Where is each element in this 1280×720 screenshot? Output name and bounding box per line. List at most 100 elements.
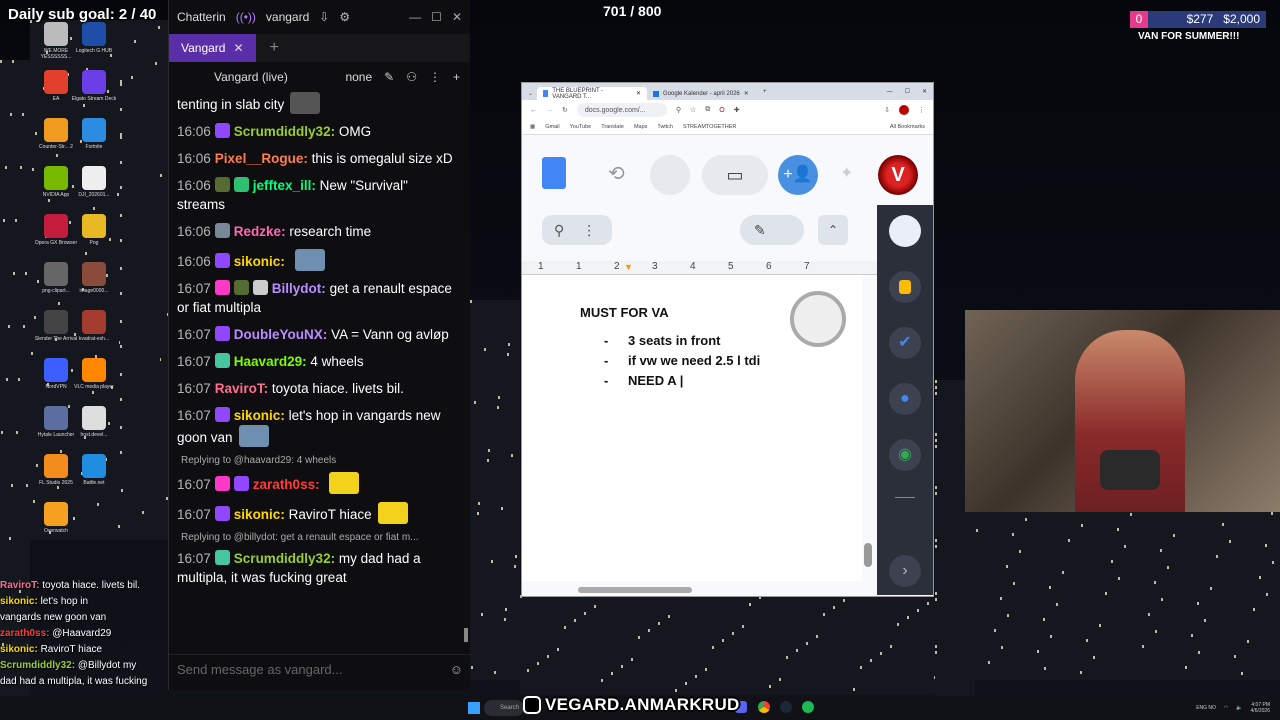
contacts-icon[interactable]: ●: [889, 383, 921, 415]
desktop-icon[interactable]: host.devel...: [68, 406, 120, 438]
message-username[interactable]: Pixel__Rogue:: [215, 151, 308, 166]
message-username[interactable]: Redzke:: [234, 224, 286, 239]
message-username[interactable]: Scrumdiddly32:: [234, 124, 335, 139]
chat-mode[interactable]: none: [345, 70, 372, 84]
apps-icon[interactable]: ▦: [530, 124, 535, 130]
more-icon[interactable]: ⋮: [582, 222, 596, 239]
doc-scrollbar[interactable]: [864, 543, 872, 567]
pencil-icon[interactable]: ✎: [384, 70, 394, 84]
chat-message[interactable]: 16:07 sikonic: RaviroT hiace: [177, 502, 455, 524]
chat-message[interactable]: 16:06 Redzke: research time: [177, 222, 455, 241]
maximize-icon[interactable]: ☐: [431, 10, 442, 24]
tab-search-icon[interactable]: ⌄: [528, 90, 533, 97]
more-options-icon[interactable]: ⋮: [429, 70, 441, 84]
h-scrollbar[interactable]: [578, 587, 692, 593]
user-badge-icon[interactable]: [214, 506, 230, 521]
emoji-icon[interactable]: ☺: [450, 662, 463, 677]
chat-message[interactable]: 16:06 sikonic:: [177, 249, 455, 271]
chat-message[interactable]: 16:07 Scrumdiddly32: my dad had a multipl…: [177, 549, 455, 587]
message-username[interactable]: Billydot:: [272, 281, 326, 296]
bookmark-maps[interactable]: Maps: [634, 124, 647, 130]
emote-icon[interactable]: [290, 92, 321, 114]
doc-page[interactable]: MUST FOR VA 3 seats in front if vw we ne…: [522, 275, 862, 581]
close-icon[interactable]: ✕: [922, 88, 927, 95]
reply-context[interactable]: Replying to @haavard29: 4 wheels: [181, 451, 455, 470]
message-username[interactable]: sikonic:: [234, 408, 285, 423]
message-username[interactable]: sikonic:: [234, 254, 285, 269]
desktop-icon[interactable]: Fortnite: [68, 118, 120, 150]
chat-message[interactable]: 16:07 RaviroT: toyota hiace. livets bil.: [177, 379, 455, 398]
user-badge-icon[interactable]: [214, 550, 230, 565]
user-badge-icon[interactable]: [214, 253, 230, 268]
volume-icon[interactable]: 🔈: [1236, 705, 1242, 711]
chat-message[interactable]: 16:07 DoubleYouNX: VA = Vann og avløp: [177, 325, 455, 344]
extension-puzzle-icon[interactable]: ✚: [734, 106, 740, 114]
chat-message[interactable]: 16:07 zarath0ss:: [177, 472, 455, 494]
user-badge-icon[interactable]: [233, 280, 249, 295]
chat-message[interactable]: 16:07 Billydot: get a renault espace or f…: [177, 279, 455, 317]
desktop-icon[interactable]: image0000...: [68, 262, 120, 294]
message-username[interactable]: DoubleYouNX:: [234, 327, 328, 342]
language-indicator[interactable]: ENG NO: [1196, 705, 1216, 711]
desktop-icon[interactable]: Battle.net: [68, 454, 120, 486]
add-tab-icon[interactable]: +: [270, 39, 279, 57]
tab-calendar[interactable]: Google Kalender - april 2026 ✕: [647, 87, 757, 100]
bookmark-star-icon[interactable]: ☆: [690, 106, 696, 114]
emote-icon[interactable]: [329, 472, 360, 494]
message-username[interactable]: jefftex_ill:: [253, 178, 316, 193]
account-name[interactable]: vangard: [266, 10, 309, 24]
chat-message[interactable]: tenting in slab city: [177, 92, 455, 114]
user-badge-icon[interactable]: [214, 223, 230, 238]
all-bookmarks[interactable]: All Bookmarks: [890, 124, 925, 130]
back-icon[interactable]: ←: [530, 107, 537, 114]
spotify-icon[interactable]: [802, 701, 814, 713]
users-icon[interactable]: ⚇: [406, 70, 417, 84]
forward-icon[interactable]: →: [546, 107, 553, 114]
desktop-icon[interactable]: DJI_202601...: [68, 166, 120, 198]
message-username[interactable]: zarath0ss:: [253, 477, 320, 492]
maps-icon[interactable]: ◉: [889, 439, 921, 471]
chat-message[interactable]: 16:06 Pixel__Rogue: this is omegalul size…: [177, 149, 455, 168]
clock[interactable]: 4:07 PM 4/6/2026: [1251, 702, 1270, 714]
tasks-icon[interactable]: ✔: [889, 327, 921, 359]
emote-icon[interactable]: [294, 249, 325, 271]
chat-scrollbar[interactable]: [464, 92, 468, 642]
bookmark-youtube[interactable]: YouTube: [570, 124, 592, 130]
desktop-icon[interactable]: VLC media player: [68, 358, 120, 390]
tab-vangard[interactable]: Vangard ✕: [169, 34, 256, 62]
reply-context[interactable]: Replying to @billydot: get a renault esp…: [181, 528, 455, 547]
tab-close-icon[interactable]: ✕: [744, 90, 749, 97]
chat-message[interactable]: 16:07 Haavard29: 4 wheels: [177, 352, 455, 371]
opera-icon[interactable]: O: [719, 107, 724, 114]
bookmark-twitch[interactable]: Twitch: [657, 124, 673, 130]
message-username[interactable]: sikonic:: [234, 507, 285, 522]
message-username[interactable]: RaviroT:: [215, 381, 268, 396]
settings-gear-icon[interactable]: ⚙: [339, 10, 350, 24]
message-username[interactable]: Scrumdiddly32:: [234, 551, 335, 566]
user-badge-icon[interactable]: [214, 353, 230, 368]
emote-icon[interactable]: [238, 425, 269, 447]
share-button[interactable]: +👤: [778, 155, 818, 195]
indent-marker-icon[interactable]: ▼: [624, 262, 633, 272]
maximize-icon[interactable]: ☐: [905, 88, 910, 95]
desktop-icon[interactable]: Elgato Stream Deck: [68, 70, 120, 102]
desktop-icon[interactable]: kvadrat-esh...: [68, 310, 120, 342]
windows-start-icon[interactable]: [468, 702, 480, 714]
desktop-icon[interactable]: Pog: [68, 214, 120, 246]
calendar-icon[interactable]: [889, 215, 921, 247]
reload-icon[interactable]: ↻: [562, 106, 568, 114]
user-badge-icon[interactable]: [233, 177, 249, 192]
user-badge-icon[interactable]: [214, 177, 230, 192]
user-badge-icon[interactable]: [214, 123, 230, 138]
tab-close-icon[interactable]: ✕: [233, 41, 243, 55]
bookmark-gmail[interactable]: Gmail: [545, 124, 559, 130]
edit-mode-button[interactable]: ✎: [740, 215, 804, 245]
chat-message[interactable]: 16:06 Scrumdiddly32: OMG: [177, 122, 455, 141]
extensions-icon[interactable]: ⧉: [705, 106, 710, 114]
tab-close-icon[interactable]: ✕: [636, 90, 641, 97]
chat-message[interactable]: 16:07 sikonic: let's hop in vangards new …: [177, 406, 455, 447]
history-icon[interactable]: ⟲: [608, 161, 625, 186]
search-icon[interactable]: ⚲: [554, 222, 564, 239]
url-input[interactable]: docs.google.com/...: [576, 103, 667, 117]
desktop-icon[interactable]: Overwatch: [30, 502, 82, 534]
